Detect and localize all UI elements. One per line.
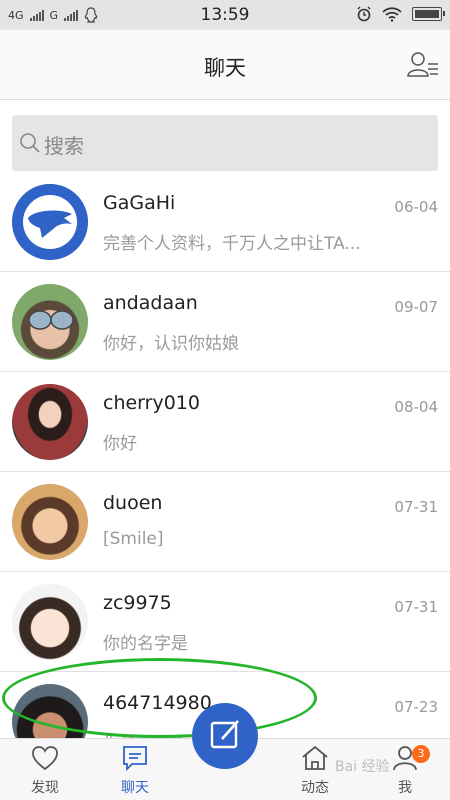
chat-item-zc9975[interactable]: zc9975 07-31 你的名字是: [0, 572, 450, 672]
chat-preview: [Smile]: [103, 529, 164, 549]
avatar: [12, 384, 88, 460]
compose-button[interactable]: [192, 703, 258, 769]
chat-list: GaGaHi 06-04 完善个人资料，千万人之中让TA... andadaan…: [0, 172, 450, 772]
chat-date: 07-31: [394, 498, 438, 516]
chat-name: andadaan: [103, 292, 198, 314]
chat-item-gagahi[interactable]: GaGaHi 06-04 完善个人资料，千万人之中让TA...: [0, 172, 450, 272]
contacts-button[interactable]: [406, 50, 440, 80]
status-bar: 4G G 13:59: [0, 0, 450, 30]
app-header: 聊天: [0, 30, 450, 100]
chat-name: duoen: [103, 492, 163, 514]
chat-name: cherry010: [103, 392, 200, 414]
wifi-icon: [382, 7, 402, 22]
tab-label: 聊天: [121, 780, 149, 796]
tab-label: 我: [398, 780, 412, 796]
chat-preview: 你的名字是: [103, 634, 188, 654]
battery-icon: [412, 7, 445, 21]
chat-date: 06-04: [394, 198, 438, 216]
page-title: 聊天: [204, 56, 246, 80]
search-placeholder: 搜索: [44, 134, 84, 158]
chat-item-duoen[interactable]: duoen 07-31 [Smile]: [0, 472, 450, 572]
avatar: [12, 184, 88, 260]
tab-label: 动态: [301, 780, 329, 796]
chat-date: 07-23: [394, 698, 438, 716]
chat-name: zc9975: [103, 592, 172, 614]
avatar: [12, 584, 88, 660]
notification-badge: 3: [412, 745, 430, 763]
chat-date: 07-31: [394, 598, 438, 616]
chat-item-cherry010[interactable]: cherry010 08-04 你好: [0, 372, 450, 472]
sunglasses-icon: [28, 310, 74, 330]
search-icon: [20, 133, 40, 153]
tab-label: 发现: [31, 780, 59, 796]
alarm-icon: [357, 6, 371, 22]
tab-chat[interactable]: 聊天: [90, 739, 180, 800]
avatar: [12, 484, 88, 560]
chat-name: GaGaHi: [103, 192, 176, 214]
search-bar[interactable]: 搜索: [12, 115, 438, 171]
chat-preview: 你好，认识你姑娘: [103, 334, 239, 354]
contacts-icon: [407, 52, 438, 77]
chat-date: 09-07: [394, 298, 438, 316]
gagahi-logo-icon: [12, 184, 88, 260]
chat-preview: 你好: [103, 434, 137, 454]
compose-icon: [210, 720, 239, 749]
chat-date: 08-04: [394, 398, 438, 416]
tab-discover[interactable]: 发现: [0, 739, 90, 800]
chat-item-andadaan[interactable]: andadaan 09-07 你好，认识你姑娘: [0, 272, 450, 372]
heart-icon: [32, 746, 58, 771]
avatar: [12, 284, 88, 360]
chat-preview: 完善个人资料，千万人之中让TA...: [103, 234, 361, 254]
home-icon: [302, 745, 328, 770]
tab-feed[interactable]: 动态: [270, 739, 360, 800]
tab-me[interactable]: 3 我: [360, 739, 450, 800]
chat-icon: [123, 746, 147, 772]
